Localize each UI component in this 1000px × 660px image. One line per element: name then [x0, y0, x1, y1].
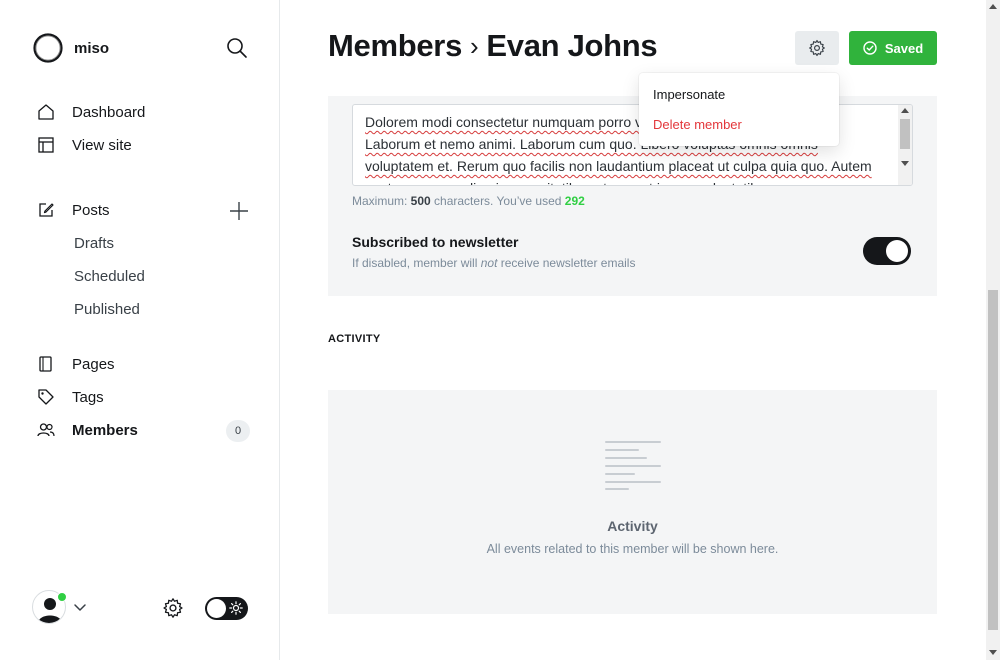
delete-member-menu-item[interactable]: Delete member — [653, 117, 742, 132]
brand[interactable]: miso — [32, 32, 109, 64]
newsletter-label: Subscribed to newsletter — [352, 234, 519, 250]
page-scrollbar[interactable] — [986, 0, 1000, 660]
sidebar-item-label: Posts — [72, 201, 110, 219]
member-actions-button[interactable] — [795, 31, 839, 65]
check-circle-icon — [863, 41, 877, 55]
sidebar: miso Dashboard View site Posts Drafts Sc… — [0, 0, 280, 660]
sidebar-item-members[interactable]: Members — [36, 418, 138, 442]
page-icon — [36, 354, 56, 374]
members-icon — [36, 420, 56, 440]
sidebar-item-label: Dashboard — [72, 103, 146, 121]
used-characters: 292 — [564, 194, 585, 208]
gear-icon[interactable] — [162, 597, 184, 619]
sidebar-item-published[interactable]: Published — [74, 298, 140, 322]
sidebar-item-label: Members — [72, 421, 138, 439]
sidebar-item-tags[interactable]: Tags — [36, 385, 104, 409]
desc-emphasis: not — [480, 256, 498, 270]
toggle-knob — [886, 240, 908, 262]
sidebar-item-view-site[interactable]: View site — [36, 133, 132, 157]
saved-label: Saved — [884, 40, 924, 56]
hint-prefix: Maximum: — [352, 194, 411, 208]
impersonate-menu-item[interactable]: Impersonate — [653, 87, 725, 102]
newsletter-description: If disabled, member will not receive new… — [352, 256, 635, 270]
sidebar-item-label: Tags — [72, 388, 104, 406]
members-count-badge: 0 — [226, 420, 250, 442]
breadcrumb-separator: › — [470, 30, 479, 61]
character-count-hint: Maximum: 500 characters. You’ve used 292 — [352, 194, 585, 208]
tag-icon — [36, 387, 56, 407]
circle-logo-icon — [33, 33, 63, 63]
layout-icon — [36, 135, 56, 155]
toggle-knob — [207, 599, 226, 618]
plus-icon[interactable] — [228, 200, 250, 222]
scroll-down-arrow[interactable] — [901, 161, 909, 166]
sidebar-item-label: View site — [72, 136, 132, 154]
house-icon — [36, 102, 56, 122]
max-characters: 500 — [410, 194, 431, 208]
newsletter-toggle[interactable] — [863, 237, 911, 265]
scroll-thumb[interactable] — [988, 290, 998, 630]
hint-middle: characters. You’ve used — [430, 194, 565, 208]
member-actions-dropdown: Impersonate Delete member — [639, 73, 839, 146]
scroll-up-arrow[interactable] — [989, 4, 997, 9]
sidebar-item-drafts[interactable]: Drafts — [74, 232, 114, 256]
chevron-down-icon[interactable] — [73, 600, 87, 614]
page-title: Members › Evan Johns — [328, 28, 658, 64]
sun-icon — [229, 601, 243, 615]
sidebar-item-scheduled[interactable]: Scheduled — [74, 265, 145, 289]
desc-before: If disabled, member will — [352, 256, 481, 270]
online-status-dot — [57, 592, 67, 602]
textarea-scrollbar[interactable] — [898, 105, 912, 185]
member-details-panel: Dolorem modi consectetur numquam porro v… — [328, 96, 937, 296]
list-lines-icon — [605, 441, 661, 490]
activity-empty-title: Activity — [607, 518, 658, 534]
main-content: Members › Evan Johns Saved Dolorem modi … — [280, 0, 986, 660]
night-mode-toggle[interactable] — [205, 597, 248, 620]
sidebar-item-pages[interactable]: Pages — [36, 352, 115, 376]
breadcrumb-members-link[interactable]: Members — [328, 28, 462, 64]
scroll-up-arrow[interactable] — [901, 108, 909, 113]
activity-empty-state: Activity All events related to this memb… — [328, 390, 937, 614]
scroll-down-arrow[interactable] — [989, 650, 997, 655]
activity-empty-description: All events related to this member will b… — [486, 542, 779, 556]
sidebar-item-dashboard[interactable]: Dashboard — [36, 100, 145, 124]
saved-button[interactable]: Saved — [849, 31, 937, 65]
member-name: Evan Johns — [486, 28, 658, 63]
sidebar-item-posts[interactable]: Posts — [36, 198, 110, 222]
search-icon[interactable] — [225, 36, 249, 60]
sidebar-item-label: Pages — [72, 355, 115, 373]
edit-icon — [36, 200, 56, 220]
gear-icon — [809, 39, 825, 57]
desc-after: receive newsletter emails — [497, 256, 636, 270]
site-name: miso — [74, 39, 110, 57]
activity-section-title: ACTIVITY — [328, 333, 381, 345]
scroll-thumb[interactable] — [900, 119, 910, 149]
